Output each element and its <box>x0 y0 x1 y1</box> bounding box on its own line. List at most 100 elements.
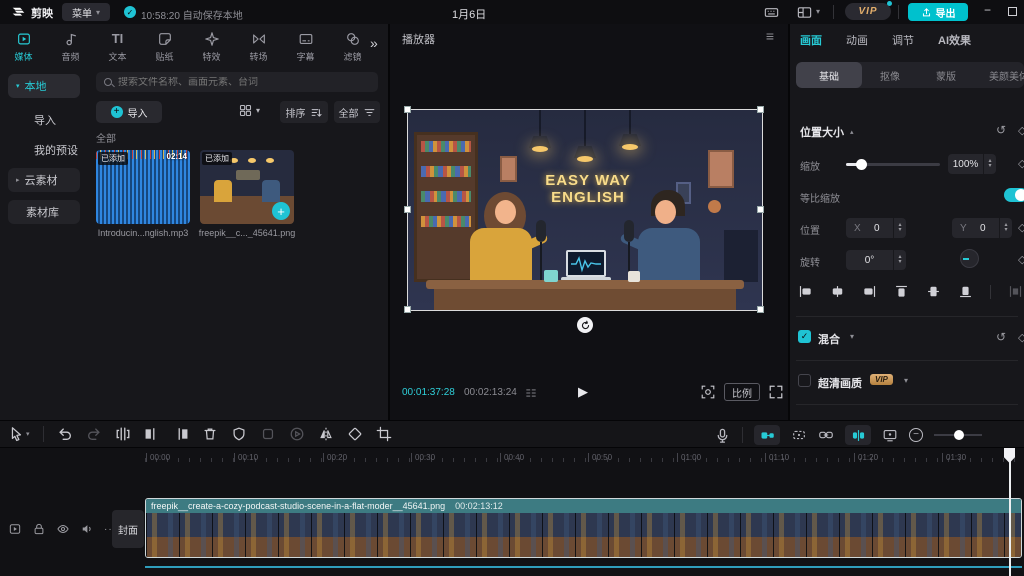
media-item-audio[interactable]: 已添加 02:14 <box>96 150 190 224</box>
position-x-box[interactable]: X 0 ▴▾ <box>846 218 906 238</box>
align-right-icon[interactable] <box>862 284 877 299</box>
rotate-dial[interactable] <box>960 249 979 268</box>
sidebar-item-presets[interactable]: 我的预设 <box>8 138 80 162</box>
magnetic-snap-button[interactable] <box>754 425 780 445</box>
minimize-button[interactable]: − <box>984 3 991 17</box>
tab-animation[interactable]: 动画 <box>846 32 868 48</box>
stepper[interactable]: ▴▾ <box>999 218 1012 238</box>
shortcut-keyboard-icon[interactable] <box>763 4 780 21</box>
keyframe-icon[interactable]: ◇ <box>1018 124 1024 137</box>
play-button[interactable]: ▶ <box>578 384 588 400</box>
keyframe-icon[interactable]: ◇ <box>1018 221 1024 234</box>
reverse-button[interactable] <box>289 426 305 442</box>
tab-caption[interactable]: 字幕 <box>282 24 329 64</box>
selection-handle-tr[interactable] <box>757 106 764 113</box>
redo-button[interactable] <box>86 426 102 442</box>
rotate-handle-icon[interactable] <box>577 317 593 333</box>
search-box[interactable] <box>96 72 378 92</box>
fullscreen-icon[interactable] <box>768 384 784 400</box>
keyframe-icon[interactable]: ◇ <box>1018 331 1024 344</box>
layout-icon[interactable] <box>796 4 813 21</box>
sort-button[interactable]: 排序 <box>280 101 328 123</box>
tab-picture[interactable]: 画面 <box>800 32 822 48</box>
search-input[interactable] <box>118 77 358 88</box>
tab-audio[interactable]: 音频 <box>47 24 94 64</box>
lock-icon[interactable] <box>32 522 46 536</box>
export-button[interactable]: 导出 <box>908 3 968 21</box>
mute-icon[interactable] <box>80 522 94 536</box>
stepper[interactable]: ▴▾ <box>983 154 996 174</box>
view-mode-button[interactable]: ▾ <box>238 103 260 118</box>
collapse-icon[interactable]: ▴ <box>850 128 854 136</box>
record-voiceover-button[interactable] <box>714 427 731 444</box>
auto-snap-button[interactable] <box>791 427 807 443</box>
menu-button[interactable]: 菜单 ▾ <box>62 3 110 21</box>
chevron-down-icon[interactable]: ▾ <box>850 332 854 341</box>
uniform-scale-toggle[interactable] <box>1004 188 1024 202</box>
selection-handle-bl[interactable] <box>404 306 411 313</box>
maximize-button[interactable] <box>1008 7 1017 16</box>
playback-quality-icon[interactable] <box>524 386 538 400</box>
undo-button[interactable] <box>57 426 73 442</box>
preview-focus-icon[interactable] <box>700 384 716 400</box>
selection-handle-br[interactable] <box>757 306 764 313</box>
delete-left-button[interactable] <box>144 426 160 442</box>
align-left-icon[interactable] <box>798 284 813 299</box>
link-clips-button[interactable] <box>818 427 834 443</box>
crop-button[interactable] <box>376 426 392 442</box>
media-item-image[interactable]: 已添加 + <box>200 150 294 224</box>
hd-checkbox[interactable] <box>798 374 811 387</box>
delete-button[interactable] <box>202 426 218 442</box>
delete-right-button[interactable] <box>173 426 189 442</box>
reset-icon[interactable]: ↺ <box>996 330 1006 344</box>
timeline-clip-video[interactable]: freepik__create-a-cozy-podcast-studio-sc… <box>145 498 1022 558</box>
timeline-clip-audio-collapsed[interactable] <box>145 566 1022 568</box>
reset-icon[interactable]: ↺ <box>996 123 1006 137</box>
distribute-h-icon[interactable] <box>1008 284 1023 299</box>
chevron-down-icon[interactable]: ▾ <box>904 376 908 385</box>
sidebar-item-local[interactable]: ▾ 本地 <box>8 74 80 98</box>
sidebar-item-import[interactable]: 导入 <box>8 108 80 132</box>
scale-slider-handle[interactable] <box>856 159 867 170</box>
split-button[interactable] <box>115 426 131 442</box>
align-top-icon[interactable] <box>894 284 909 299</box>
tab-ai-effects[interactable]: AI效果 <box>938 32 971 48</box>
sidebar-item-library[interactable]: 素材库 <box>8 200 80 224</box>
blend-checkbox[interactable]: ✓ <box>798 330 811 343</box>
select-tool[interactable]: ▾ <box>8 426 30 442</box>
mask-button[interactable] <box>231 426 247 442</box>
sidebar-item-cloud[interactable]: ▸ 云素材 <box>8 168 80 192</box>
align-center-v-icon[interactable] <box>926 284 941 299</box>
subtab-beauty[interactable]: 美颜美体 <box>974 62 1024 88</box>
rotate-button[interactable] <box>347 426 363 442</box>
position-y-box[interactable]: Y 0 ▴▾ <box>952 218 1012 238</box>
subtab-mask[interactable]: 蒙版 <box>918 62 974 88</box>
layout-chevron-icon[interactable]: ▾ <box>816 7 820 16</box>
mirror-button[interactable] <box>318 426 334 442</box>
playhead-line[interactable] <box>1009 448 1011 576</box>
tab-text[interactable]: TI 文本 <box>94 24 141 64</box>
stepper[interactable]: ▴▾ <box>893 250 906 270</box>
timeline-zoom-slider[interactable] <box>934 428 982 442</box>
tab-sticker[interactable]: 贴纸 <box>141 24 188 64</box>
align-center-h-icon[interactable] <box>830 284 845 299</box>
filter-all-button[interactable]: 全部 <box>334 101 380 123</box>
cover-button[interactable]: 封面 <box>112 510 144 548</box>
selection-handle-tl[interactable] <box>404 106 411 113</box>
tab-adjust[interactable]: 调节 <box>892 32 914 48</box>
keyframe-icon[interactable]: ◇ <box>1018 157 1024 170</box>
preview-image[interactable]: EASY WAY ENGLISH <box>408 110 762 310</box>
tab-media[interactable]: 媒体 <box>0 24 47 64</box>
import-button[interactable]: + 导入 <box>96 101 162 123</box>
freeze-frame-button[interactable] <box>260 426 276 442</box>
tab-effect[interactable]: 特效 <box>188 24 235 64</box>
stepper[interactable]: ▴▾ <box>893 218 906 238</box>
align-bottom-icon[interactable] <box>958 284 973 299</box>
scale-value-box[interactable]: 100% ▴▾ <box>948 154 996 174</box>
timeline-preview-button[interactable] <box>882 427 898 443</box>
vip-badge[interactable]: VIP <box>845 3 891 20</box>
subtab-basic[interactable]: 基础 <box>796 62 862 88</box>
aspect-ratio-button[interactable]: 比例 <box>724 383 760 401</box>
selection-handle-mr[interactable] <box>757 206 764 213</box>
add-to-timeline-button[interactable]: + <box>272 202 290 220</box>
